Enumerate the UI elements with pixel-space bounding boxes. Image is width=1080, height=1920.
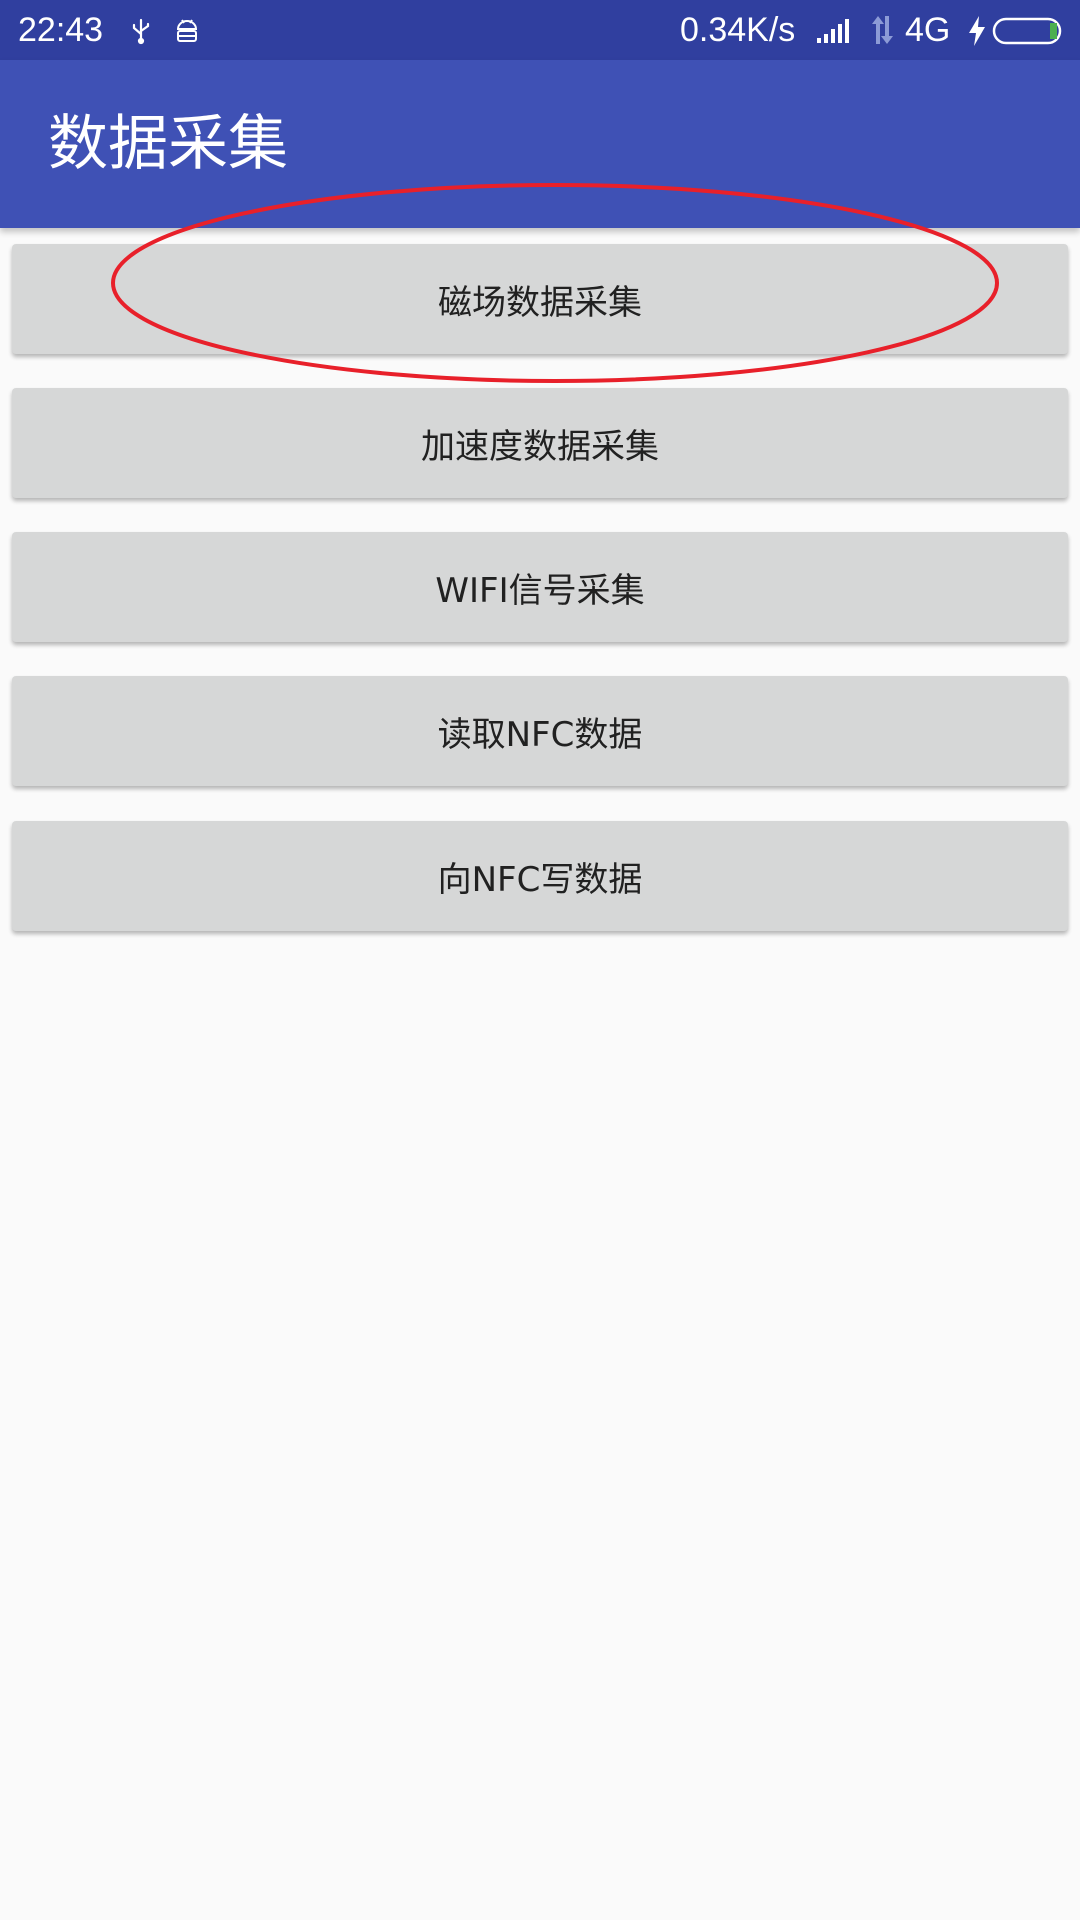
network-type: 4G	[905, 11, 951, 49]
wifi-signal-button[interactable]: WIFI信号采集	[12, 532, 1068, 642]
android-debug-icon	[176, 19, 198, 42]
read-nfc-button[interactable]: 读取NFC数据	[12, 676, 1068, 786]
data-arrows-icon	[872, 16, 893, 44]
charging-icon	[969, 16, 985, 46]
net-speed: 0.34K/s	[680, 11, 796, 49]
status-time: 22:43	[18, 11, 104, 49]
usb-icon	[132, 18, 150, 45]
page-title: 数据采集	[48, 109, 288, 179]
signal-icon	[817, 19, 849, 43]
battery-icon	[992, 17, 1062, 45]
acceleration-data-button[interactable]: 加速度数据采集	[12, 388, 1068, 498]
magnetic-data-button[interactable]: 磁场数据采集	[12, 244, 1068, 354]
write-nfc-button[interactable]: 向NFC写数据	[12, 821, 1068, 931]
status-bar: 22:43 0.34K/s 4G	[0, 0, 1080, 60]
app-bar: 数据采集	[0, 60, 1080, 228]
